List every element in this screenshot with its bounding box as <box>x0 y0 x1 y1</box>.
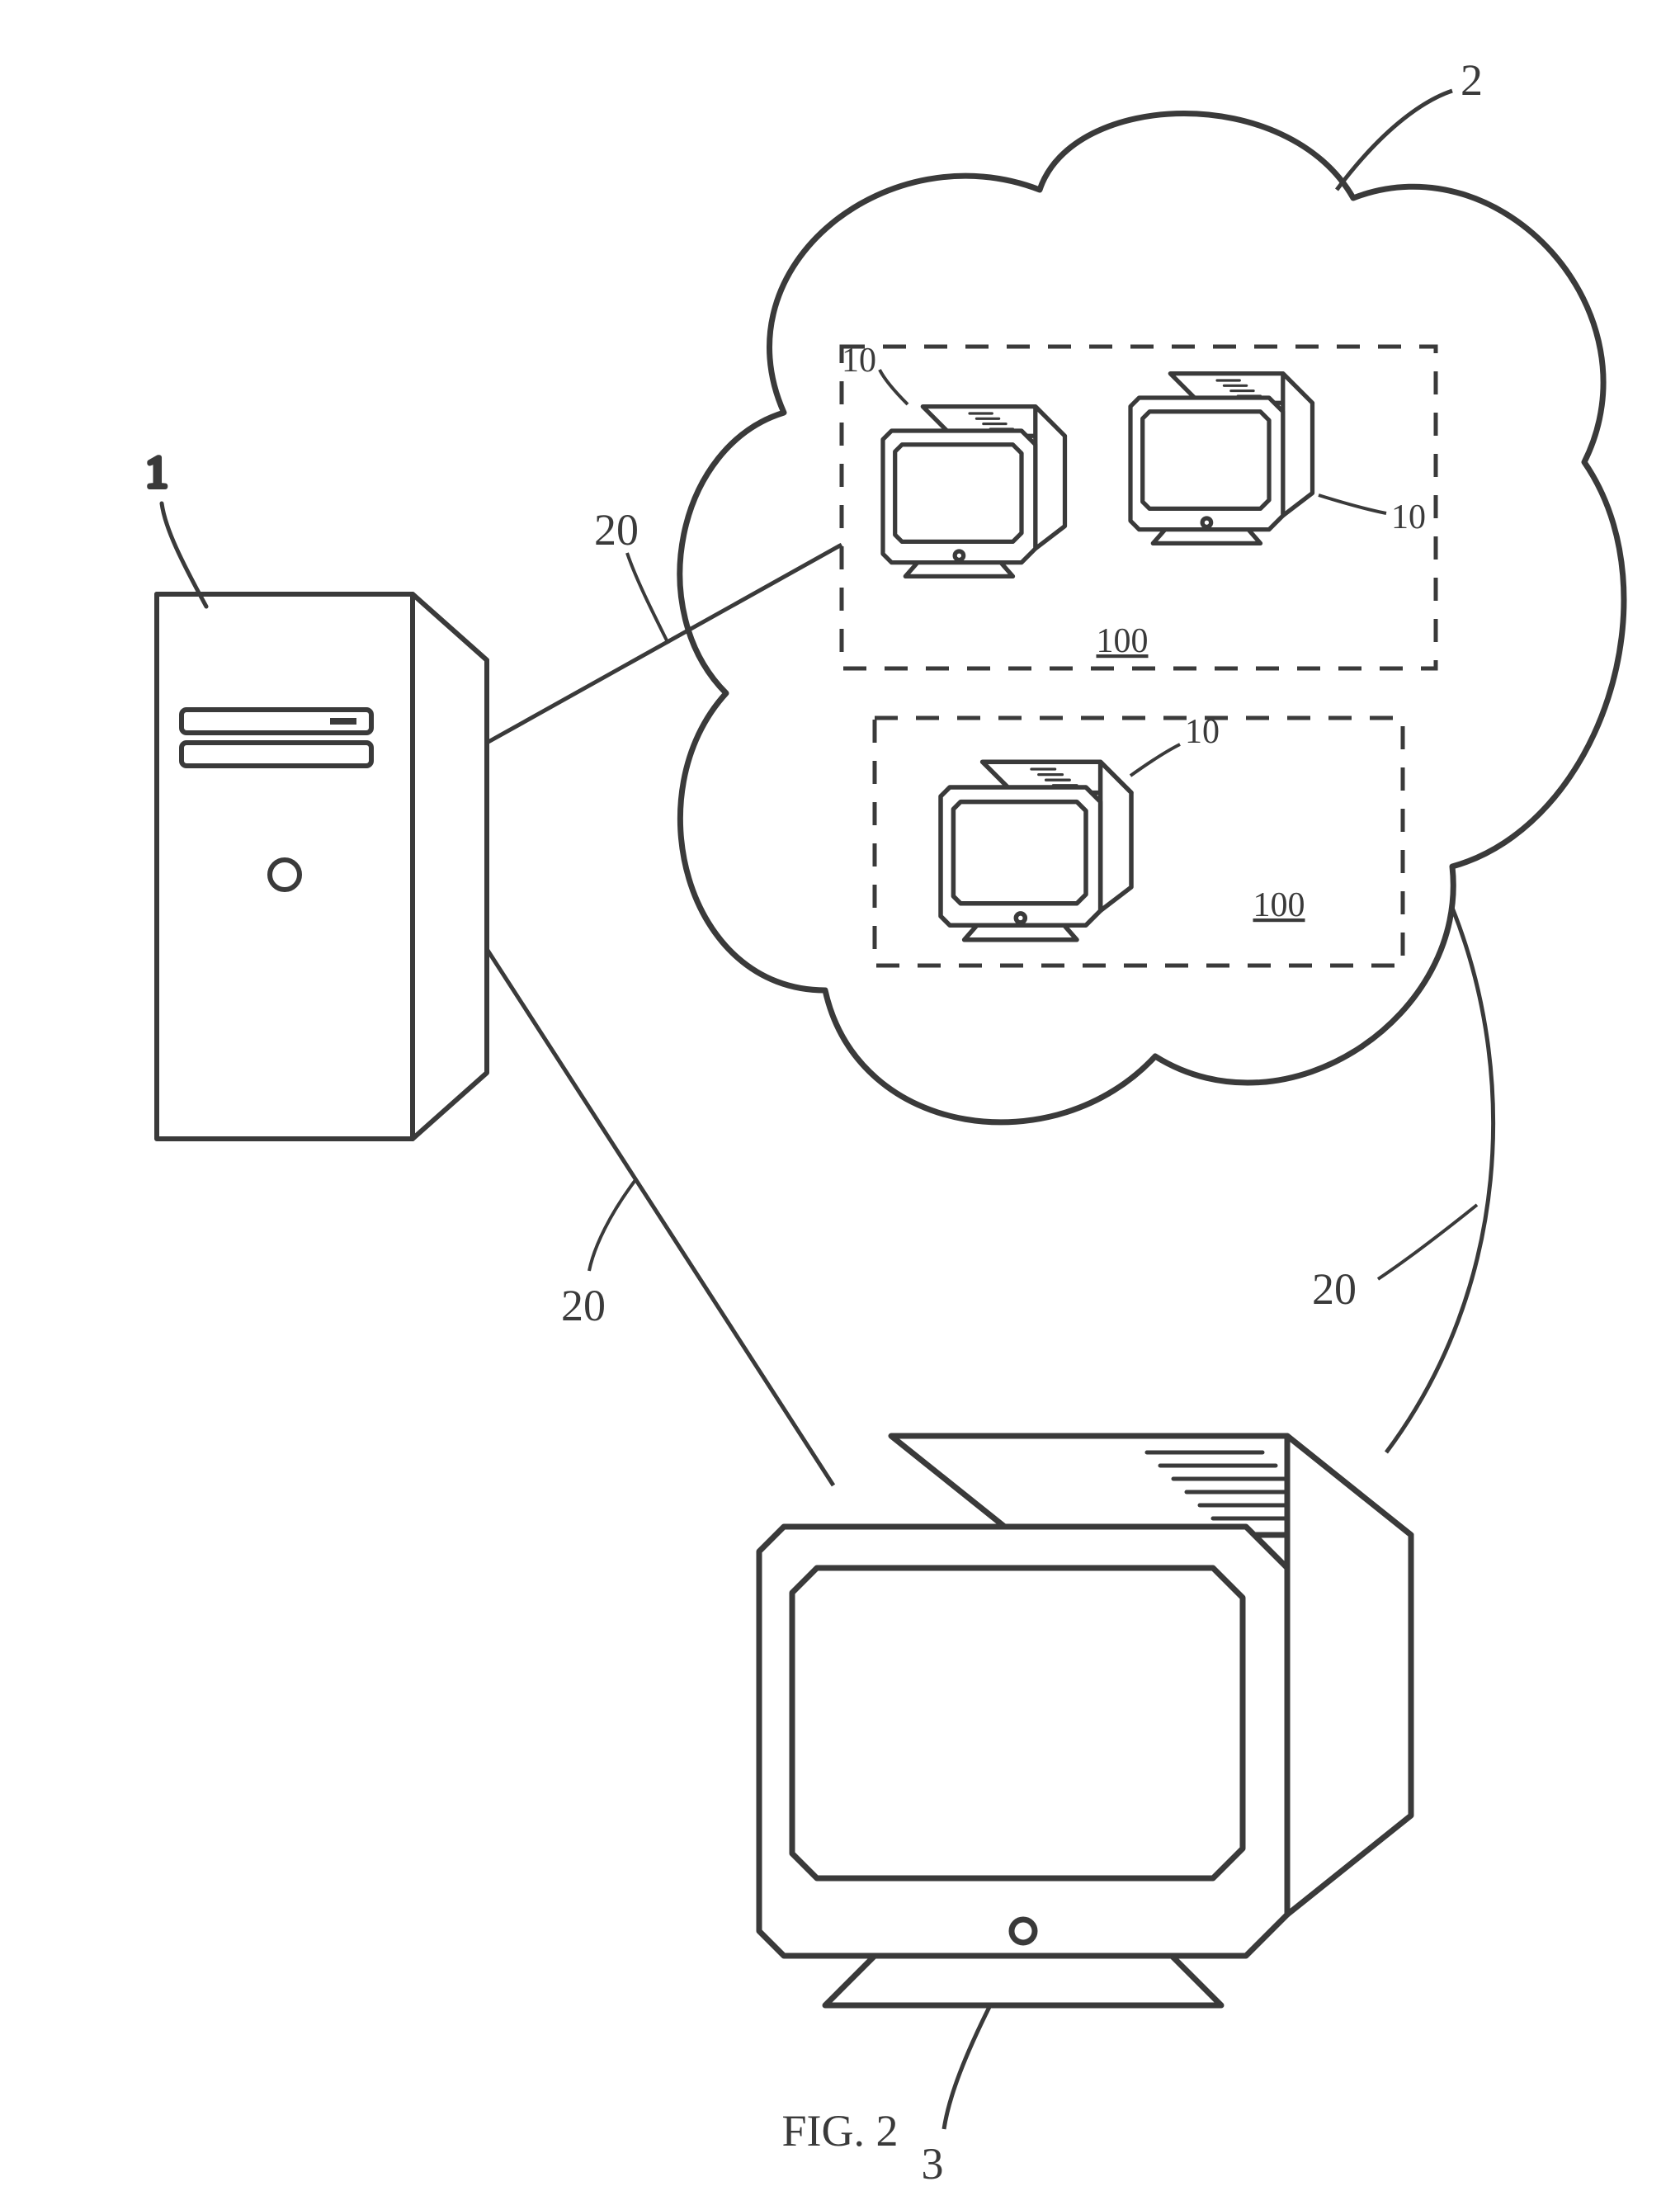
cloud: 2 <box>680 55 1624 1122</box>
ref-server: 1 <box>146 447 168 497</box>
ref-vm-tl: 10 <box>842 342 876 380</box>
server-tower: 1 <box>146 447 488 1139</box>
ref-vm-b: 10 <box>1185 713 1220 751</box>
figure-canvas: 2 10 10 100 10 100 <box>0 0 1680 2191</box>
ref-client: 3 <box>922 2139 944 2189</box>
ref-vm-tr: 10 <box>1391 498 1426 536</box>
ref-group-top: 100 <box>1097 622 1149 660</box>
ref-link-b: 20 <box>561 1281 606 1330</box>
client-terminal: 3 <box>759 1436 1411 2189</box>
ref-cloud: 2 <box>1461 55 1483 105</box>
ref-group-bottom: 100 <box>1253 886 1305 924</box>
link-server-client <box>487 949 833 1485</box>
ref-link-a: 20 <box>594 505 639 555</box>
ref-link-c: 20 <box>1312 1264 1357 1314</box>
figure-caption: FIG. 2 <box>781 2106 898 2156</box>
